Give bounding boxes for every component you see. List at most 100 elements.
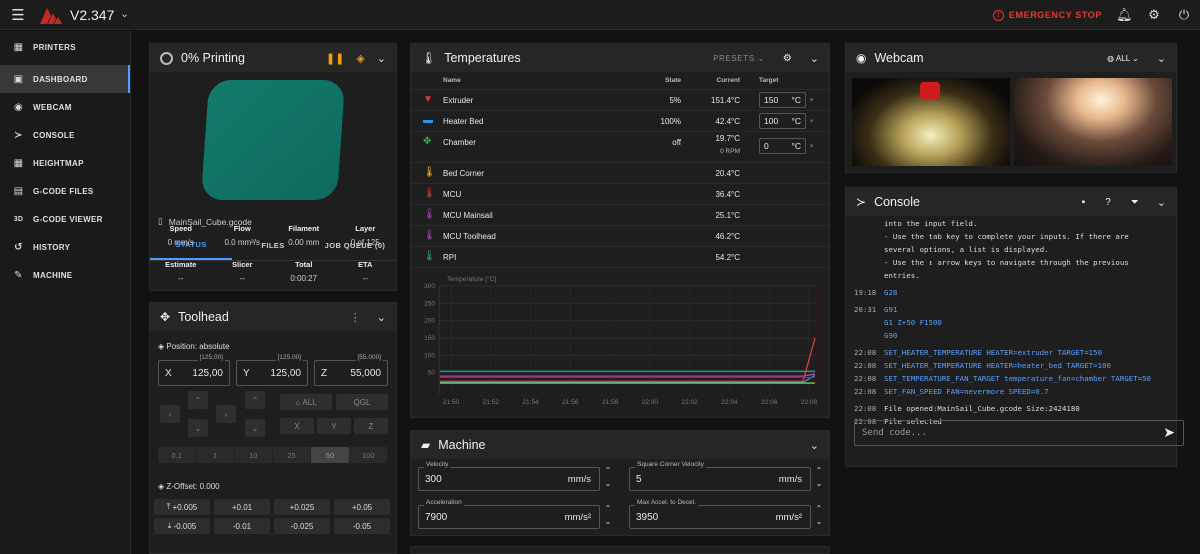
z-offset-down-button[interactable]: -0.05 — [334, 518, 390, 534]
home-z-button[interactable]: Z — [354, 418, 388, 434]
y-position-field[interactable]: [125.00] Y 125,00 — [236, 354, 308, 386]
chevron-down-icon[interactable]: ⌄ — [1157, 196, 1166, 209]
home-all-button[interactable]: ⌂ ALL — [280, 394, 332, 410]
send-code-input[interactable]: Send code... ➤ — [854, 420, 1184, 446]
scv-increase-button[interactable]: ⌃ — [814, 466, 824, 475]
jog-z-minus-button[interactable]: ⌄ — [245, 419, 265, 437]
step-option[interactable]: 1 — [196, 447, 235, 463]
webcam-filter-button[interactable]: ◍ ALL ⌄ — [1107, 54, 1139, 63]
chevron-down-icon[interactable]: ▾ — [810, 142, 814, 150]
console-text[interactable]: SET_HEATER_TEMPERATURE HEATER=extruder T… — [884, 346, 1102, 359]
console-text[interactable]: G1 Z+50 F1500 — [884, 316, 942, 329]
print-thumbnail — [150, 72, 396, 214]
help-icon[interactable]: ? — [1105, 197, 1111, 208]
jog-x-minus-button[interactable]: ‹ — [160, 405, 180, 423]
presets-button[interactable]: PRESETS ⌄ — [713, 54, 765, 63]
chevron-down-icon[interactable]: ⌄ — [1157, 52, 1166, 65]
axis-label: X — [165, 368, 172, 379]
jog-x-plus-button[interactable]: › — [216, 405, 236, 423]
sidebar-item-dashboard[interactable]: ▣ DASHBOARD — [0, 65, 131, 93]
settings-icon[interactable]: ⚙ — [783, 53, 792, 64]
sidebar-item-webcam[interactable]: ◉ WEBCAM — [0, 93, 131, 121]
emergency-stop-button[interactable]: ! EMERGENCY STOP — [992, 9, 1102, 21]
z-offset-up-button[interactable]: +0.05 — [334, 499, 390, 515]
settings-icon[interactable]: ⚙ — [1146, 7, 1162, 23]
pause-icon[interactable]: ❚❚ — [326, 52, 344, 65]
sidebar-item-machine[interactable]: ✎ MACHINE — [0, 261, 131, 289]
target-input[interactable]: 0 °C — [759, 138, 806, 154]
acceleration-input[interactable]: Acceleration 7900 mm/s² — [418, 499, 600, 529]
z-offset-up-button[interactable]: +0.025 — [274, 499, 330, 515]
step-option[interactable]: 25 — [273, 447, 312, 463]
sidebar-item-history[interactable]: ↺ HISTORY — [0, 233, 131, 261]
menu-icon[interactable]: ☰ — [0, 6, 36, 24]
chevron-down-icon[interactable]: ⌄ — [810, 439, 819, 452]
velocity-increase-button[interactable]: ⌃ — [603, 466, 613, 475]
chevron-down-icon[interactable]: ⌄ — [377, 52, 386, 65]
z-offset-down-button[interactable]: -0.025 — [274, 518, 330, 534]
send-icon[interactable]: ➤ — [1163, 424, 1175, 441]
filter-icon[interactable]: ⏷ — [1131, 197, 1139, 208]
console-time: 20:31 — [854, 305, 877, 314]
max-accel-decrease-button[interactable]: ⌄ — [814, 517, 824, 526]
z-position-field[interactable]: [55.000] Z 55,000 — [314, 354, 388, 386]
chevron-down-icon[interactable]: ⌄ — [377, 311, 386, 324]
z-offset-down-button[interactable]: -0.01 — [214, 518, 270, 534]
acceleration-decrease-button[interactable]: ⌄ — [603, 517, 613, 526]
home-x-button[interactable]: X — [280, 418, 314, 434]
z-offset-up-button[interactable]: ⤒ +0.005 — [154, 499, 210, 515]
z-offset-up-button[interactable]: +0.01 — [214, 499, 270, 515]
z-offset-down-button[interactable]: ⤓ -0.005 — [154, 518, 210, 534]
console-header: ≻ Console ▪ ? ⏷ ⌄ — [846, 188, 1176, 216]
max-accel-increase-button[interactable]: ⌃ — [814, 504, 824, 513]
sidebar-item-printers[interactable]: ▦ PRINTERS — [0, 33, 131, 61]
more-icon[interactable]: ⋮ — [350, 311, 361, 324]
home-y-button[interactable]: Y — [317, 418, 351, 434]
step-option[interactable]: 100 — [350, 447, 388, 463]
square-corner-velocity-input[interactable]: Square Corner Velocity 5 mm/s — [629, 461, 811, 491]
step-option[interactable]: 10 — [235, 447, 273, 463]
z-offset-label: Z-Offset: 0.000 — [166, 482, 220, 491]
velocity-decrease-button[interactable]: ⌄ — [603, 479, 613, 488]
step-option[interactable]: 0.1 — [158, 447, 197, 463]
console-text: File opened:MainSail_Cube.gcode Size:242… — [884, 404, 1080, 413]
jog-y-plus-button[interactable]: ⌃ — [188, 391, 208, 409]
sidebar-item-gcode-viewer[interactable]: 3D G-CODE VIEWER — [0, 205, 131, 233]
layers-icon[interactable]: ◈ — [356, 52, 364, 65]
target-input[interactable]: 100 °C — [759, 113, 806, 129]
console-text[interactable]: SET_FAN_SPEED FAN=nevermore SPEED=0.7 — [884, 385, 1049, 398]
jog-z-plus-button[interactable]: ⌃ — [245, 391, 265, 409]
x-position-field[interactable]: [125.00] X 125,00 — [158, 354, 230, 386]
chevron-down-icon[interactable]: ▾ — [810, 96, 814, 104]
sidebar-item-gcode-files[interactable]: ▤ G-CODE FILES — [0, 177, 131, 205]
console-text[interactable]: G28 — [884, 286, 897, 299]
chevron-down-icon[interactable]: ▾ — [810, 117, 814, 125]
console-entry: 22:08 SET_HEATER_TEMPERATURE HEATER=extru… — [854, 346, 1190, 359]
console-text[interactable]: G90 — [884, 329, 897, 342]
qgl-button[interactable]: QGL — [336, 394, 388, 410]
field-label: Max Accel. to Decel. — [635, 499, 698, 506]
chevron-down-icon[interactable]: ⌄ — [810, 52, 819, 65]
temperatures-title: Temperatures — [444, 51, 521, 65]
acceleration-increase-button[interactable]: ⌃ — [603, 504, 613, 513]
sidebar-item-heightmap[interactable]: ▦ HEIGHTMAP — [0, 149, 131, 177]
axis-label: Z — [321, 368, 328, 379]
bell-icon[interactable]: 🔔︎ — [1116, 7, 1133, 23]
jog-y-minus-button[interactable]: ⌄ — [188, 419, 208, 437]
console-text[interactable]: G91 — [884, 303, 897, 316]
velocity-input[interactable]: Velocity 300 mm/s — [418, 461, 600, 491]
console-text[interactable]: SET_HEATER_TEMPERATURE HEATER=heater_bed… — [884, 359, 1111, 372]
step-option-selected[interactable]: 50 — [311, 447, 350, 463]
sidebar-item-label: CONSOLE — [33, 130, 75, 140]
printer-version[interactable]: V2.347 — [70, 7, 114, 23]
webcam-icon: ◉ — [13, 101, 24, 113]
power-icon[interactable]: ⏻ — [1176, 7, 1192, 23]
trash-icon[interactable]: ▪ — [1082, 197, 1086, 208]
target-input[interactable]: 150 °C — [759, 92, 806, 108]
max-accel-to-decel-input[interactable]: Max Accel. to Decel. 3950 mm/s² — [629, 499, 811, 529]
sidebar-item-console[interactable]: ≻ CONSOLE — [0, 121, 131, 149]
console-text[interactable]: SET_TEMPERATURE_FAN_TARGET temperature_f… — [884, 372, 1151, 385]
status-stats-row-1: Speed 0 mm/s Flow 0.0 mm³/s Filament 0.00 m… — [150, 224, 396, 247]
scv-decrease-button[interactable]: ⌄ — [814, 479, 824, 488]
chevron-down-icon[interactable]: ⌄ — [120, 9, 128, 20]
